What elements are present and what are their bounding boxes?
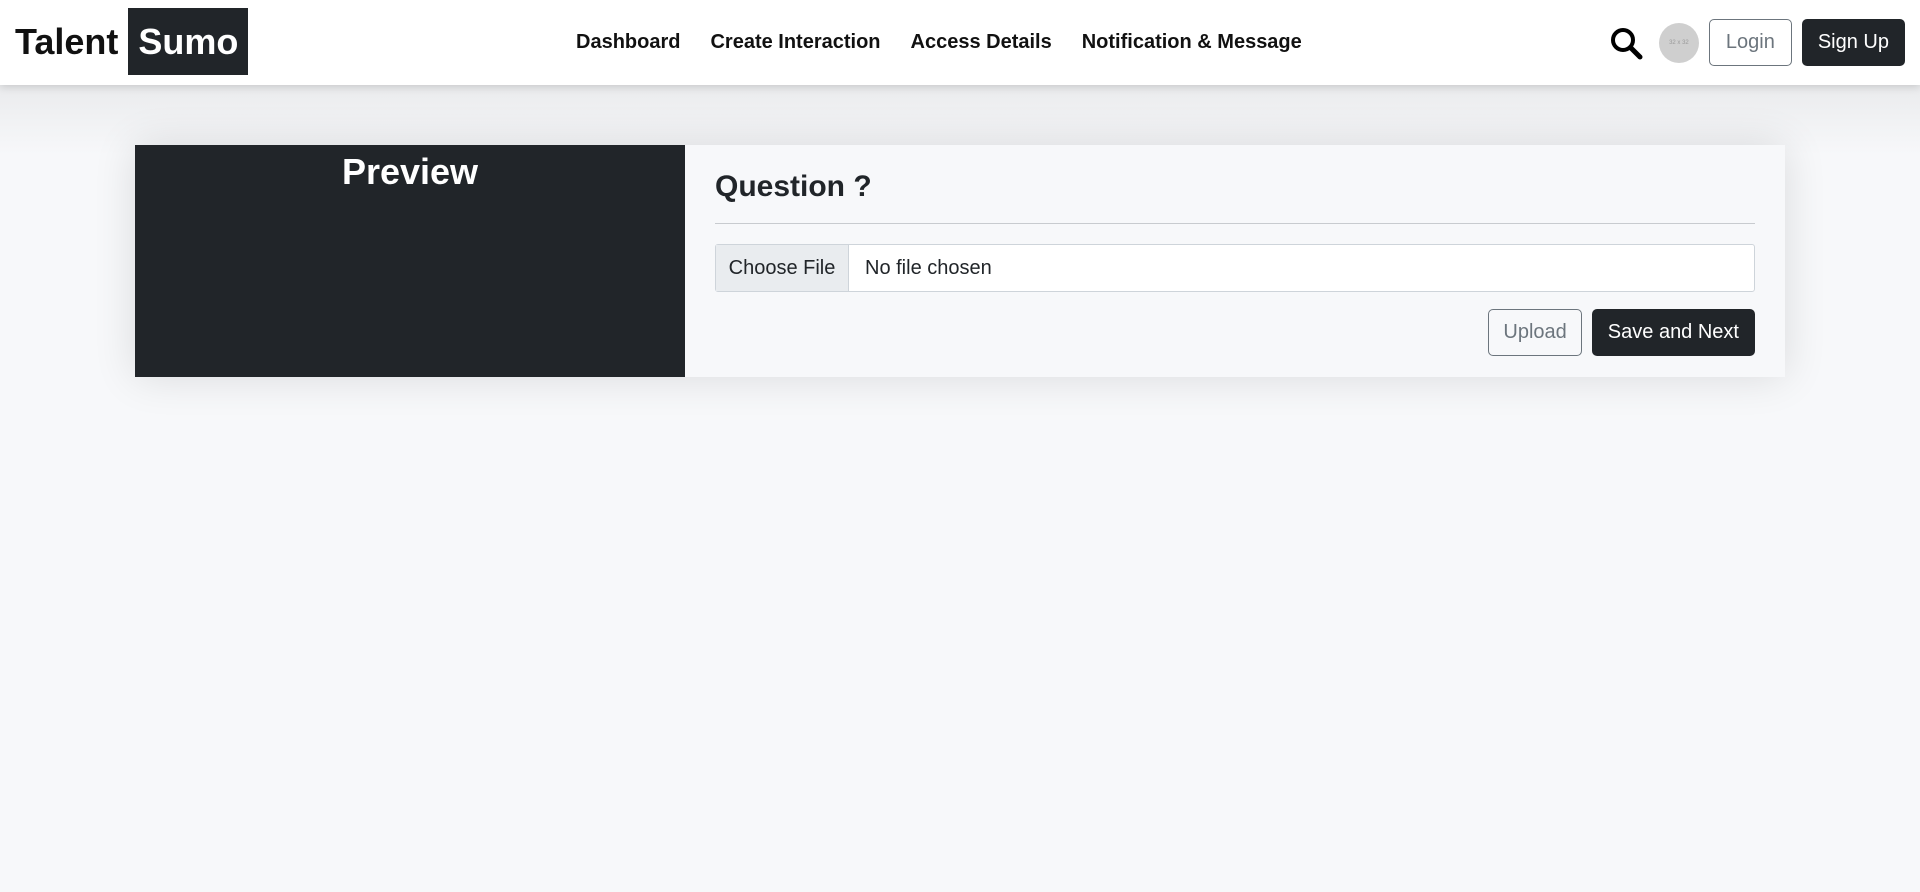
header-actions: 32 x 32 Login Sign Up (1609, 19, 1905, 66)
preview-title: Preview (341, 151, 479, 192)
question-card: Preview Question ? Choose File No file c… (135, 145, 1785, 377)
form-actions: Upload Save and Next (1488, 309, 1755, 356)
file-status-text: No file chosen (865, 256, 992, 279)
brand-text-sumo: Sumo (128, 8, 249, 75)
search-icon[interactable] (1609, 26, 1643, 60)
question-title: Question ? (715, 167, 1755, 224)
question-form: Question ? Choose File No file chosen Up… (685, 145, 1785, 377)
choose-file-button[interactable]: Choose File (716, 245, 849, 291)
file-input[interactable]: Choose File No file chosen (715, 244, 1755, 292)
avatar-placeholder-text: 32 x 32 (1669, 39, 1689, 46)
nav-link-access-details[interactable]: Access Details (911, 31, 1052, 54)
brand-logo[interactable]: Talent Sumo (15, 8, 249, 75)
signup-button[interactable]: Sign Up (1801, 19, 1905, 66)
preview-panel: Preview (135, 145, 685, 377)
nav-link-create-interaction[interactable]: Create Interaction (710, 31, 880, 54)
main-nav: Dashboard Create Interaction Access Deta… (576, 0, 1332, 85)
nav-link-notification-message[interactable]: Notification & Message (1082, 31, 1302, 54)
login-button[interactable]: Login (1708, 19, 1792, 66)
upload-button[interactable]: Upload (1488, 309, 1582, 356)
nav-link-dashboard[interactable]: Dashboard (576, 31, 680, 54)
brand-text-talent: Talent (15, 21, 119, 62)
top-navbar: Talent Sumo Dashboard Create Interaction… (0, 0, 1920, 85)
avatar[interactable]: 32 x 32 (1658, 22, 1699, 63)
save-and-next-button[interactable]: Save and Next (1591, 309, 1755, 356)
